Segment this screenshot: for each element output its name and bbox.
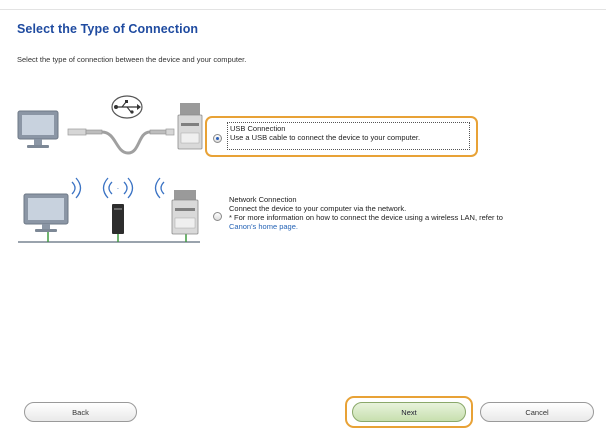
- monitor-icon: [23, 193, 69, 232]
- page-subtitle: Select the type of connection between th…: [17, 55, 247, 64]
- canon-home-page-link[interactable]: Canon's home page.: [229, 222, 589, 231]
- svg-text:·: ·: [117, 184, 120, 193]
- printer-icon: [177, 103, 203, 150]
- usb-connection-illustration: [17, 95, 203, 155]
- usb-connection-label: USB Connection: [230, 124, 286, 133]
- back-button[interactable]: Back: [24, 402, 137, 422]
- network-connection-description: Connect the device to your computer via …: [229, 204, 407, 213]
- usb-connection-option[interactable]: USB Connection Use a USB cable to connec…: [227, 122, 470, 150]
- network-connection-note: * For more information on how to connect…: [229, 213, 503, 222]
- next-button[interactable]: Next: [352, 402, 466, 422]
- wireless-router-icon: ·: [102, 177, 134, 234]
- network-connection-illustration: ·: [18, 177, 200, 243]
- monitor-icon: [17, 110, 59, 148]
- wifi-signal-icon: [154, 177, 165, 199]
- printer-icon: [171, 190, 199, 235]
- usb-connection-radio[interactable]: [213, 134, 222, 143]
- cancel-button[interactable]: Cancel: [480, 402, 594, 422]
- network-connection-label: Network Connection: [229, 195, 297, 204]
- top-divider: [0, 9, 606, 10]
- page-title: Select the Type of Connection: [17, 22, 199, 36]
- usb-cable-icon: [67, 128, 175, 155]
- usb-symbol-icon: [111, 95, 143, 119]
- network-connection-option[interactable]: Network Connection Connect the device to…: [229, 195, 589, 231]
- network-connection-radio[interactable]: [213, 212, 222, 221]
- wifi-signal-icon: [71, 177, 82, 199]
- usb-connection-description: Use a USB cable to connect the device to…: [230, 133, 421, 142]
